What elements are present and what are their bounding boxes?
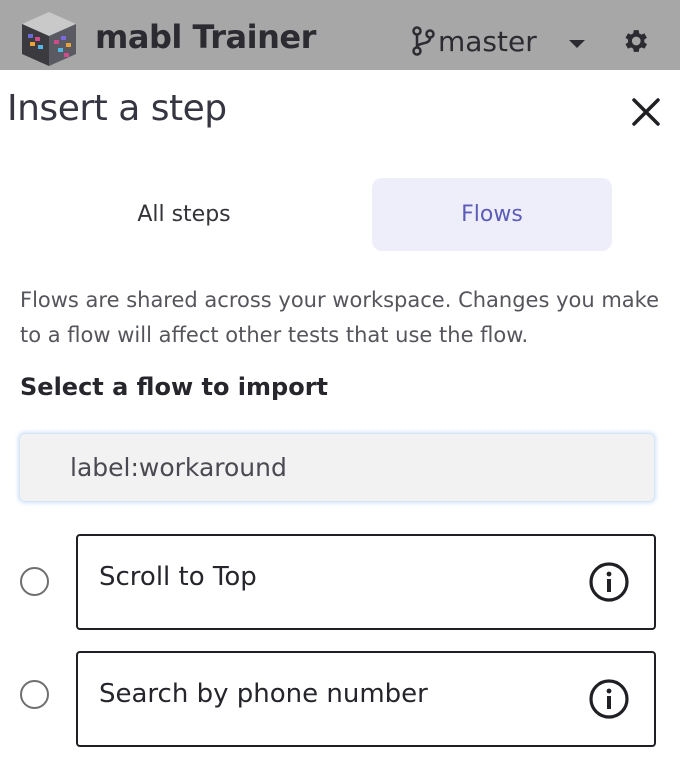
mabl-logo-icon: [22, 12, 76, 66]
flows-description: Flows are shared across your workspace. …: [20, 288, 660, 347]
flow-name: Scroll to Top: [99, 562, 257, 592]
close-icon[interactable]: [626, 92, 666, 132]
flow-card-search-by-phone-number[interactable]: Search by phone number: [76, 651, 656, 747]
app-header: mabl Trainer master: [0, 0, 680, 70]
tab-flows-label: Flows: [461, 202, 523, 227]
info-icon[interactable]: [588, 678, 630, 720]
select-flow-heading: Select a flow to import: [20, 373, 329, 401]
branch-name: master: [438, 24, 537, 58]
flow-radio-scroll-to-top[interactable]: [20, 567, 49, 596]
caret-down-icon[interactable]: [567, 38, 587, 50]
flow-card-scroll-to-top[interactable]: Scroll to Top: [76, 534, 656, 630]
info-icon[interactable]: [588, 561, 630, 603]
app-title: mabl Trainer: [95, 18, 316, 56]
git-branch-icon: [412, 26, 435, 56]
tab-flows[interactable]: Flows: [372, 178, 612, 251]
gear-icon[interactable]: [620, 26, 650, 56]
list-item: Search by phone number: [0, 651, 680, 747]
tab-all-steps[interactable]: All steps: [64, 178, 304, 251]
flow-search-input[interactable]: [19, 433, 655, 502]
list-item: Scroll to Top: [0, 534, 680, 630]
panel-title: Insert a step: [7, 88, 227, 129]
branch-selector[interactable]: master: [410, 24, 537, 58]
tab-all-steps-label: All steps: [137, 202, 231, 227]
flow-name: Search by phone number: [99, 679, 428, 709]
flow-radio-search-by-phone-number[interactable]: [20, 680, 49, 709]
